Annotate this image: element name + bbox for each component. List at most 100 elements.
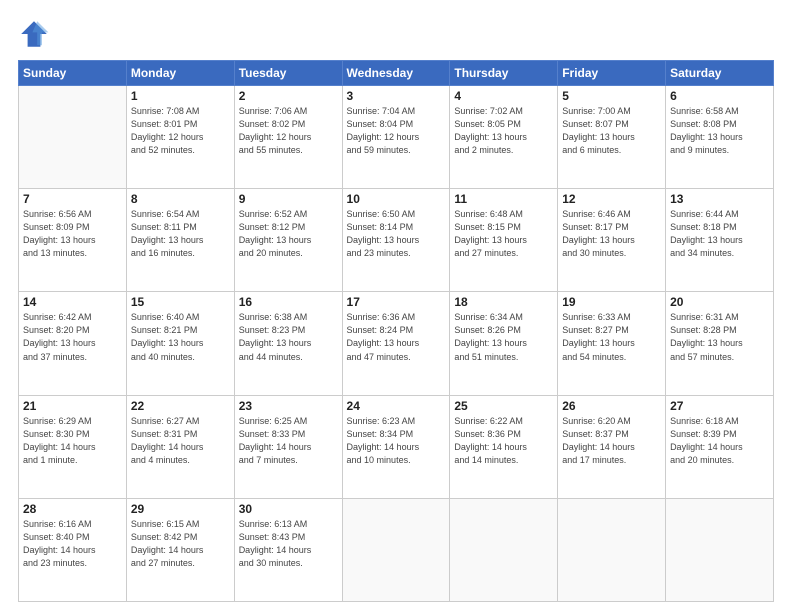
day-info: Sunrise: 6:52 AM Sunset: 8:12 PM Dayligh…	[239, 208, 338, 260]
weekday-monday: Monday	[126, 61, 234, 86]
day-info: Sunrise: 6:54 AM Sunset: 8:11 PM Dayligh…	[131, 208, 230, 260]
day-cell: 10 Sunrise: 6:50 AM Sunset: 8:14 PM Dayli…	[342, 189, 450, 292]
day-cell: 6 Sunrise: 6:58 AM Sunset: 8:08 PM Daylig…	[666, 86, 774, 189]
week-row-1: 1 Sunrise: 7:08 AM Sunset: 8:01 PM Daylig…	[19, 86, 774, 189]
week-row-4: 21 Sunrise: 6:29 AM Sunset: 8:30 PM Dayli…	[19, 395, 774, 498]
day-number: 5	[562, 89, 661, 103]
day-cell	[450, 498, 558, 601]
day-number: 24	[347, 399, 446, 413]
day-info: Sunrise: 6:13 AM Sunset: 8:43 PM Dayligh…	[239, 518, 338, 570]
day-number: 3	[347, 89, 446, 103]
day-number: 14	[23, 295, 122, 309]
day-cell: 1 Sunrise: 7:08 AM Sunset: 8:01 PM Daylig…	[126, 86, 234, 189]
day-info: Sunrise: 6:40 AM Sunset: 8:21 PM Dayligh…	[131, 311, 230, 363]
day-cell	[19, 86, 127, 189]
day-number: 6	[670, 89, 769, 103]
logo-icon	[18, 18, 50, 50]
day-cell: 14Sunrise: 6:42 AM Sunset: 8:20 PM Dayli…	[19, 292, 127, 395]
week-row-2: 7 Sunrise: 6:56 AM Sunset: 8:09 PM Daylig…	[19, 189, 774, 292]
weekday-sunday: Sunday	[19, 61, 127, 86]
day-cell	[666, 498, 774, 601]
day-info: Sunrise: 6:34 AM Sunset: 8:26 PM Dayligh…	[454, 311, 553, 363]
day-info: Sunrise: 6:18 AM Sunset: 8:39 PM Dayligh…	[670, 415, 769, 467]
day-info: Sunrise: 6:56 AM Sunset: 8:09 PM Dayligh…	[23, 208, 122, 260]
day-info: Sunrise: 6:33 AM Sunset: 8:27 PM Dayligh…	[562, 311, 661, 363]
day-info: Sunrise: 6:58 AM Sunset: 8:08 PM Dayligh…	[670, 105, 769, 157]
weekday-thursday: Thursday	[450, 61, 558, 86]
day-number: 20	[670, 295, 769, 309]
day-number: 8	[131, 192, 230, 206]
day-cell: 22Sunrise: 6:27 AM Sunset: 8:31 PM Dayli…	[126, 395, 234, 498]
day-cell: 3Sunrise: 7:04 AM Sunset: 8:04 PM Daylig…	[342, 86, 450, 189]
day-info: Sunrise: 6:31 AM Sunset: 8:28 PM Dayligh…	[670, 311, 769, 363]
day-cell	[558, 498, 666, 601]
day-info: Sunrise: 7:06 AM Sunset: 8:02 PM Dayligh…	[239, 105, 338, 157]
weekday-header-row: SundayMondayTuesdayWednesdayThursdayFrid…	[19, 61, 774, 86]
weekday-friday: Friday	[558, 61, 666, 86]
day-number: 28	[23, 502, 122, 516]
day-number: 29	[131, 502, 230, 516]
day-number: 11	[454, 192, 553, 206]
day-info: Sunrise: 6:15 AM Sunset: 8:42 PM Dayligh…	[131, 518, 230, 570]
day-number: 2	[239, 89, 338, 103]
day-cell: 18 Sunrise: 6:34 AM Sunset: 8:26 PM Dayli…	[450, 292, 558, 395]
day-cell: 12 Sunrise: 6:46 AM Sunset: 8:17 PM Dayli…	[558, 189, 666, 292]
week-row-3: 14Sunrise: 6:42 AM Sunset: 8:20 PM Dayli…	[19, 292, 774, 395]
day-number: 12	[562, 192, 661, 206]
day-info: Sunrise: 7:00 AM Sunset: 8:07 PM Dayligh…	[562, 105, 661, 157]
day-cell: 23 Sunrise: 6:25 AM Sunset: 8:33 PM Dayli…	[234, 395, 342, 498]
day-info: Sunrise: 7:08 AM Sunset: 8:01 PM Dayligh…	[131, 105, 230, 157]
day-number: 18	[454, 295, 553, 309]
day-cell: 4 Sunrise: 7:02 AM Sunset: 8:05 PM Daylig…	[450, 86, 558, 189]
day-number: 21	[23, 399, 122, 413]
day-number: 10	[347, 192, 446, 206]
day-info: Sunrise: 6:25 AM Sunset: 8:33 PM Dayligh…	[239, 415, 338, 467]
day-info: Sunrise: 6:50 AM Sunset: 8:14 PM Dayligh…	[347, 208, 446, 260]
day-number: 13	[670, 192, 769, 206]
day-cell: 17 Sunrise: 6:36 AM Sunset: 8:24 PM Dayli…	[342, 292, 450, 395]
day-cell: 27 Sunrise: 6:18 AM Sunset: 8:39 PM Dayli…	[666, 395, 774, 498]
day-number: 22	[131, 399, 230, 413]
day-number: 26	[562, 399, 661, 413]
day-cell: 2 Sunrise: 7:06 AM Sunset: 8:02 PM Daylig…	[234, 86, 342, 189]
day-info: Sunrise: 6:22 AM Sunset: 8:36 PM Dayligh…	[454, 415, 553, 467]
day-cell: 21 Sunrise: 6:29 AM Sunset: 8:30 PM Dayli…	[19, 395, 127, 498]
day-number: 23	[239, 399, 338, 413]
day-cell: 25 Sunrise: 6:22 AM Sunset: 8:36 PM Dayli…	[450, 395, 558, 498]
day-info: Sunrise: 6:36 AM Sunset: 8:24 PM Dayligh…	[347, 311, 446, 363]
day-number: 1	[131, 89, 230, 103]
day-number: 9	[239, 192, 338, 206]
day-cell: 5 Sunrise: 7:00 AM Sunset: 8:07 PM Daylig…	[558, 86, 666, 189]
day-cell	[342, 498, 450, 601]
logo	[18, 18, 54, 50]
day-number: 19	[562, 295, 661, 309]
day-cell: 11 Sunrise: 6:48 AM Sunset: 8:15 PM Dayli…	[450, 189, 558, 292]
day-cell: 16Sunrise: 6:38 AM Sunset: 8:23 PM Dayli…	[234, 292, 342, 395]
day-info: Sunrise: 7:02 AM Sunset: 8:05 PM Dayligh…	[454, 105, 553, 157]
header	[18, 18, 774, 50]
calendar: SundayMondayTuesdayWednesdayThursdayFrid…	[18, 60, 774, 602]
day-cell: 29 Sunrise: 6:15 AM Sunset: 8:42 PM Dayli…	[126, 498, 234, 601]
day-cell: 24 Sunrise: 6:23 AM Sunset: 8:34 PM Dayli…	[342, 395, 450, 498]
day-number: 17	[347, 295, 446, 309]
day-cell: 8 Sunrise: 6:54 AM Sunset: 8:11 PM Daylig…	[126, 189, 234, 292]
day-number: 4	[454, 89, 553, 103]
day-cell: 19 Sunrise: 6:33 AM Sunset: 8:27 PM Dayli…	[558, 292, 666, 395]
day-info: Sunrise: 6:48 AM Sunset: 8:15 PM Dayligh…	[454, 208, 553, 260]
day-cell: 7 Sunrise: 6:56 AM Sunset: 8:09 PM Daylig…	[19, 189, 127, 292]
day-info: Sunrise: 6:23 AM Sunset: 8:34 PM Dayligh…	[347, 415, 446, 467]
day-number: 25	[454, 399, 553, 413]
day-number: 27	[670, 399, 769, 413]
day-cell: 28Sunrise: 6:16 AM Sunset: 8:40 PM Dayli…	[19, 498, 127, 601]
page: SundayMondayTuesdayWednesdayThursdayFrid…	[0, 0, 792, 612]
day-info: Sunrise: 6:38 AM Sunset: 8:23 PM Dayligh…	[239, 311, 338, 363]
weekday-tuesday: Tuesday	[234, 61, 342, 86]
weekday-wednesday: Wednesday	[342, 61, 450, 86]
day-cell: 30Sunrise: 6:13 AM Sunset: 8:43 PM Dayli…	[234, 498, 342, 601]
day-info: Sunrise: 6:46 AM Sunset: 8:17 PM Dayligh…	[562, 208, 661, 260]
day-cell: 15Sunrise: 6:40 AM Sunset: 8:21 PM Dayli…	[126, 292, 234, 395]
day-cell: 20 Sunrise: 6:31 AM Sunset: 8:28 PM Dayli…	[666, 292, 774, 395]
day-cell: 9 Sunrise: 6:52 AM Sunset: 8:12 PM Daylig…	[234, 189, 342, 292]
day-info: Sunrise: 6:29 AM Sunset: 8:30 PM Dayligh…	[23, 415, 122, 467]
day-number: 7	[23, 192, 122, 206]
